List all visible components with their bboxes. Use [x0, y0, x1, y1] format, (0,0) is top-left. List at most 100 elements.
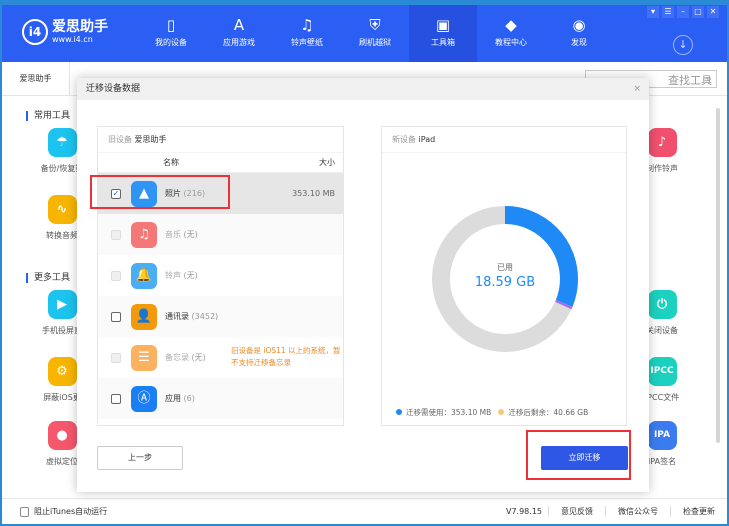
block-itunes-checkbox[interactable]	[20, 506, 29, 517]
wechat-link[interactable]: 微信公众号	[605, 506, 670, 517]
nav-app-store[interactable]: A 应用游戏	[205, 5, 273, 62]
legend-need-value: 353.10 MB	[451, 408, 492, 417]
highlight-box	[90, 175, 230, 209]
row-name: 通讯录	[165, 312, 189, 321]
legend-remain-value: 40.66 GB	[553, 408, 589, 417]
data-row[interactable]: ♫ 音乐 (无)	[98, 214, 343, 255]
shield-key-icon: ⛨	[369, 16, 381, 34]
close-icon[interactable]: ×	[633, 78, 641, 100]
notes-warning: 旧设备是 iOS11 以上的系统，暂不支持迁移备忘录	[231, 346, 341, 367]
column-name: 名称	[163, 158, 179, 167]
migrate-now-button[interactable]: 立即迁移	[541, 446, 628, 470]
tool-icon: IPA	[647, 421, 677, 450]
legend-dot-blue	[396, 409, 402, 415]
data-row[interactable]: 👤 通讯录 (3452)	[98, 296, 343, 337]
tool-icon: ●	[47, 421, 77, 450]
nav-label: 发现	[571, 38, 587, 47]
nav-music[interactable]: ♫ 铃声壁纸	[273, 5, 341, 62]
row-app-icon: 🔔	[131, 262, 157, 289]
dialog-header: 迁移设备数据 ×	[77, 78, 649, 100]
nav-compass[interactable]: ◉ 发现	[545, 5, 613, 62]
row-name: 备忘录	[165, 353, 189, 362]
logo-url: www.i4.cn	[52, 35, 93, 44]
search-icon[interactable]: ⌕	[706, 72, 712, 86]
logo-text: 爱思助手	[52, 19, 108, 35]
nav-graduation-cap[interactable]: ◆ 教程中心	[477, 5, 545, 62]
logo-mark: i4	[22, 19, 48, 45]
row-app-icon: 👤	[131, 303, 157, 330]
legend-remain-label: 迁移后剩余：	[508, 408, 554, 417]
window-controls: ▾ ☰ – ▢ ✕	[647, 6, 719, 18]
legend-dot-orange	[498, 409, 505, 415]
skin-icon[interactable]: ▾	[647, 6, 659, 18]
storage-legend: 迁移需使用：353.10 MB 迁移后剩余：40.66 GB	[396, 407, 588, 418]
row-size: 353.10 MB	[292, 189, 335, 198]
tool-icon: ▶	[47, 290, 77, 319]
row-checkbox	[111, 352, 121, 363]
column-size: 大小	[319, 158, 335, 167]
nav-label: 刷机越狱	[359, 38, 391, 47]
music-icon: ♫	[300, 16, 314, 34]
nav-phone[interactable]: ▯ 我的设备	[137, 5, 205, 62]
nav-label: 铃声壁纸	[291, 38, 323, 47]
row-checkbox	[111, 229, 121, 240]
used-label: 已用	[497, 263, 513, 272]
tool-icon: ⏻	[647, 290, 677, 319]
row-count: (无)	[183, 230, 198, 239]
tool-icon: ⚙	[47, 357, 77, 386]
row-name: 应用	[165, 394, 181, 403]
row-app-icon: ☰	[131, 344, 157, 371]
menu-icon[interactable]: ☰	[662, 6, 674, 18]
row-count: (3452)	[191, 312, 219, 321]
data-row[interactable]: 🔔 铃声 (无)	[98, 255, 343, 296]
version-label: V7.98.15	[505, 507, 542, 516]
data-row[interactable]: Ⓐ 应用 (6)	[98, 378, 343, 419]
row-checkbox[interactable]	[111, 393, 121, 404]
block-itunes-label: 阻止iTunes自动运行	[34, 507, 108, 516]
tool-icon: IPCC	[647, 357, 677, 386]
dialog-title: 迁移设备数据	[86, 84, 141, 94]
row-name: 铃声	[165, 271, 181, 280]
main-nav: ▯ 我的设备 A 应用游戏 ♫ 铃声壁纸 ⛨ 刷机越狱 ▣ 工具箱 ◆ 教程中心 ◉ 发现	[137, 5, 613, 62]
old-device-panel: 旧设备 爱思助手 名称 大小 ✓ ▲ 照片 (216) 353.10 MB ♫ 音乐 (无)…	[97, 126, 344, 426]
row-app-icon: Ⓐ	[131, 385, 157, 412]
nav-label: 应用游戏	[223, 38, 255, 47]
phone-icon: ▯	[166, 16, 176, 34]
scrollbar[interactable]	[716, 108, 720, 443]
nav-toolbox[interactable]: ▣ 工具箱	[409, 5, 477, 62]
row-name: 音乐	[165, 230, 181, 239]
previous-step-button[interactable]: 上一步	[97, 446, 183, 470]
tool-icon: ∿	[47, 195, 77, 224]
row-checkbox	[111, 270, 121, 281]
row-count: (6)	[183, 394, 195, 403]
check-update-link[interactable]: 检查更新	[670, 506, 727, 517]
minimize-icon[interactable]: –	[677, 6, 689, 18]
nav-label: 工具箱	[431, 38, 455, 47]
footer: 阻止iTunes自动运行 V7.98.15 意见反馈 微信公众号 检查更新	[2, 498, 727, 524]
row-app-icon: ♫	[131, 221, 157, 248]
maximize-icon[interactable]: ▢	[692, 6, 704, 18]
section-more-tools: 更多工具	[26, 273, 70, 283]
nav-shield-key[interactable]: ⛨ 刷机越狱	[341, 5, 409, 62]
new-device-name: iPad	[418, 135, 436, 144]
migrate-dialog: 迁移设备数据 × 旧设备 爱思助手 名称 大小 ✓ ▲ 照片 (216) 353.10 M…	[77, 78, 649, 492]
section-common-tools: 常用工具	[26, 111, 70, 121]
toolbox-icon: ▣	[435, 16, 451, 34]
old-device-name: 爱思助手	[134, 135, 167, 144]
data-row[interactable]: ☰ 备忘录 (无) 旧设备是 iOS11 以上的系统，暂不支持迁移备忘录	[98, 337, 343, 378]
new-device-label: 新设备	[392, 135, 416, 144]
tool-icon: ♪	[647, 128, 677, 157]
legend-need-label: 迁移需使用：	[406, 408, 451, 417]
old-device-label: 旧设备	[108, 135, 132, 144]
row-checkbox[interactable]	[111, 311, 121, 322]
row-count: (无)	[183, 271, 198, 280]
close-window-icon[interactable]: ✕	[707, 6, 719, 18]
new-device-panel: 新设备 iPad 已用 18.59 GB 迁移需使用：353.10 MB 迁移后…	[381, 126, 627, 426]
download-icon[interactable]: ↓	[673, 35, 693, 55]
tab-i4-assistant[interactable]: 爱思助手	[2, 62, 70, 96]
used-value: 18.59 GB	[474, 275, 536, 290]
top-header: i4 爱思助手 www.i4.cn ▯ 我的设备 A 应用游戏 ♫ 铃声壁纸 ⛨ 刷机越狱 ▣ 工具…	[2, 5, 727, 62]
logo: i4 爱思助手 www.i4.cn	[22, 19, 108, 45]
tool-icon: ☂	[47, 128, 77, 157]
feedback-link[interactable]: 意见反馈	[548, 506, 605, 517]
